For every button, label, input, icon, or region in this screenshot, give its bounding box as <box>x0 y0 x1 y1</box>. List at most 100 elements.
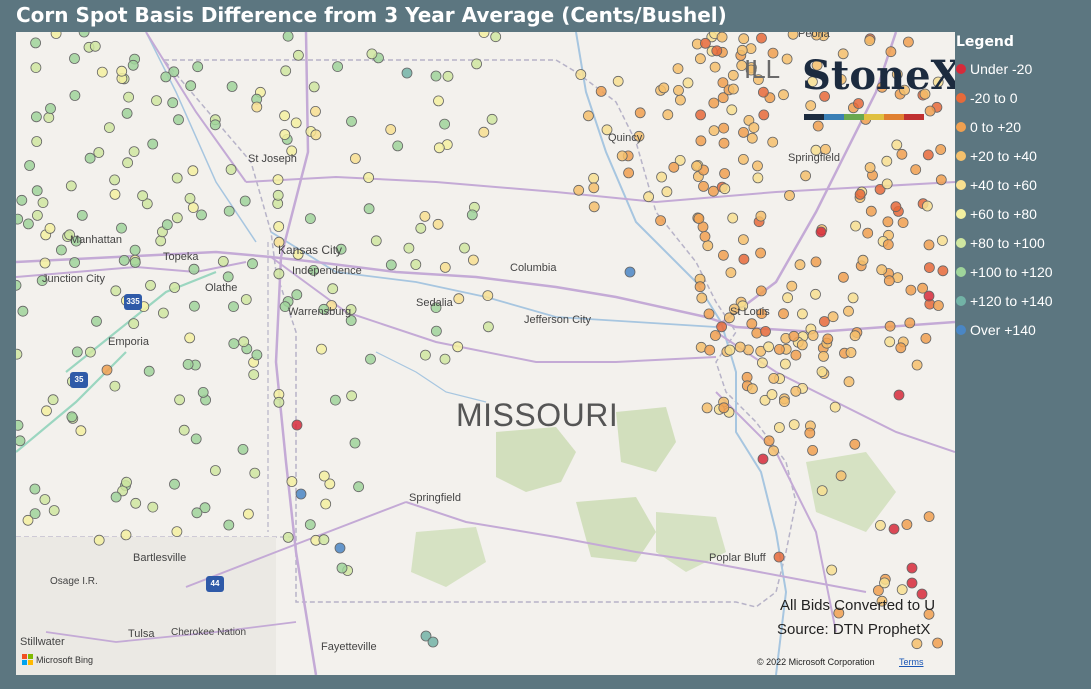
basis-point[interactable] <box>910 164 922 176</box>
basis-point[interactable] <box>588 182 600 194</box>
basis-point[interactable] <box>702 240 714 252</box>
map-canvas[interactable]: St Joseph Manhattan Topeka Junction City… <box>16 32 955 675</box>
basis-point[interactable] <box>122 157 133 169</box>
basis-point[interactable] <box>385 124 397 135</box>
legend-item[interactable]: +100 to +120 <box>956 257 1091 286</box>
basis-point[interactable] <box>291 419 303 431</box>
basis-point[interactable] <box>238 336 250 348</box>
basis-point[interactable] <box>128 318 140 330</box>
basis-point[interactable] <box>779 396 790 408</box>
basis-point[interactable] <box>816 485 828 497</box>
basis-point[interactable] <box>935 174 947 186</box>
basis-point[interactable] <box>905 284 917 296</box>
basis-point[interactable] <box>129 244 141 256</box>
basis-point[interactable] <box>439 353 451 365</box>
basis-point[interactable] <box>728 83 739 95</box>
basis-point[interactable] <box>248 369 260 381</box>
basis-point[interactable] <box>755 247 766 259</box>
basis-point[interactable] <box>29 483 41 495</box>
basis-point[interactable] <box>788 419 800 431</box>
basis-point[interactable] <box>273 396 285 408</box>
basis-point[interactable] <box>56 244 67 256</box>
basis-point[interactable] <box>109 188 121 200</box>
basis-point[interactable] <box>933 300 944 311</box>
basis-point[interactable] <box>758 86 769 98</box>
basis-point[interactable] <box>704 344 716 356</box>
basis-point[interactable] <box>879 577 890 589</box>
basis-point[interactable] <box>332 61 344 72</box>
basis-point[interactable] <box>365 353 376 365</box>
legend-item[interactable]: Under -20 <box>956 54 1091 83</box>
basis-point[interactable] <box>746 132 758 144</box>
basis-point[interactable] <box>691 160 702 172</box>
basis-point[interactable] <box>673 85 684 96</box>
basis-point[interactable] <box>937 265 949 277</box>
basis-point[interactable] <box>810 288 821 300</box>
basis-point[interactable] <box>392 140 404 152</box>
basis-point[interactable] <box>240 294 252 305</box>
basis-point[interactable] <box>738 33 750 45</box>
basis-point[interactable] <box>182 358 194 370</box>
basis-point[interactable] <box>363 172 375 183</box>
basis-point[interactable] <box>147 138 159 150</box>
basis-point[interactable] <box>708 125 720 136</box>
basis-point[interactable] <box>291 289 303 301</box>
basis-point[interactable] <box>588 172 599 184</box>
basis-point[interactable] <box>672 63 684 74</box>
basis-point[interactable] <box>151 95 162 106</box>
basis-point[interactable] <box>109 380 121 392</box>
basis-point[interactable] <box>121 108 133 119</box>
basis-point[interactable] <box>273 268 285 280</box>
basis-point[interactable] <box>174 394 186 406</box>
basis-point[interactable] <box>725 267 737 279</box>
basis-point[interactable] <box>634 107 646 119</box>
basis-point[interactable] <box>884 336 896 348</box>
basis-point[interactable] <box>251 101 263 113</box>
basis-point[interactable] <box>787 32 799 40</box>
basis-point[interactable] <box>169 282 181 293</box>
basis-point[interactable] <box>573 184 585 196</box>
basis-point[interactable] <box>790 349 802 361</box>
basis-point[interactable] <box>228 338 240 350</box>
basis-point[interactable] <box>320 498 332 510</box>
basis-point[interactable] <box>923 511 935 523</box>
basis-point[interactable] <box>624 266 636 278</box>
basis-point[interactable] <box>843 376 855 388</box>
basis-point[interactable] <box>366 48 378 60</box>
basis-point[interactable] <box>279 110 291 122</box>
basis-point[interactable] <box>452 341 464 353</box>
basis-point[interactable] <box>310 106 321 117</box>
basis-point[interactable] <box>48 505 60 516</box>
basis-point[interactable] <box>295 488 307 500</box>
basis-point[interactable] <box>101 364 113 376</box>
basis-point[interactable] <box>78 32 90 38</box>
basis-point[interactable] <box>41 405 52 417</box>
basis-point[interactable] <box>353 481 365 493</box>
basis-point[interactable] <box>893 389 905 401</box>
basis-point[interactable] <box>104 122 115 133</box>
basis-point[interactable] <box>888 523 900 535</box>
basis-point[interactable] <box>93 147 105 158</box>
basis-point[interactable] <box>575 69 587 80</box>
basis-point[interactable] <box>69 90 81 101</box>
basis-point[interactable] <box>726 104 738 116</box>
legend-item[interactable]: -20 to 0 <box>956 83 1091 112</box>
basis-point[interactable] <box>415 222 427 234</box>
basis-point[interactable] <box>128 146 140 157</box>
basis-point[interactable] <box>109 174 120 186</box>
basis-point[interactable] <box>774 422 785 433</box>
basis-point[interactable] <box>612 75 624 87</box>
basis-point[interactable] <box>748 122 760 133</box>
basis-point[interactable] <box>699 231 711 242</box>
basis-point[interactable] <box>178 424 190 436</box>
basis-point[interactable] <box>818 350 829 362</box>
basis-point[interactable] <box>432 218 444 230</box>
basis-point[interactable] <box>31 209 43 221</box>
basis-point[interactable] <box>44 222 56 234</box>
basis-point[interactable] <box>903 36 914 48</box>
basis-point[interactable] <box>922 149 934 161</box>
basis-point[interactable] <box>623 167 634 179</box>
basis-point[interactable] <box>816 366 828 378</box>
basis-point[interactable] <box>895 342 907 354</box>
basis-point[interactable] <box>334 542 346 554</box>
